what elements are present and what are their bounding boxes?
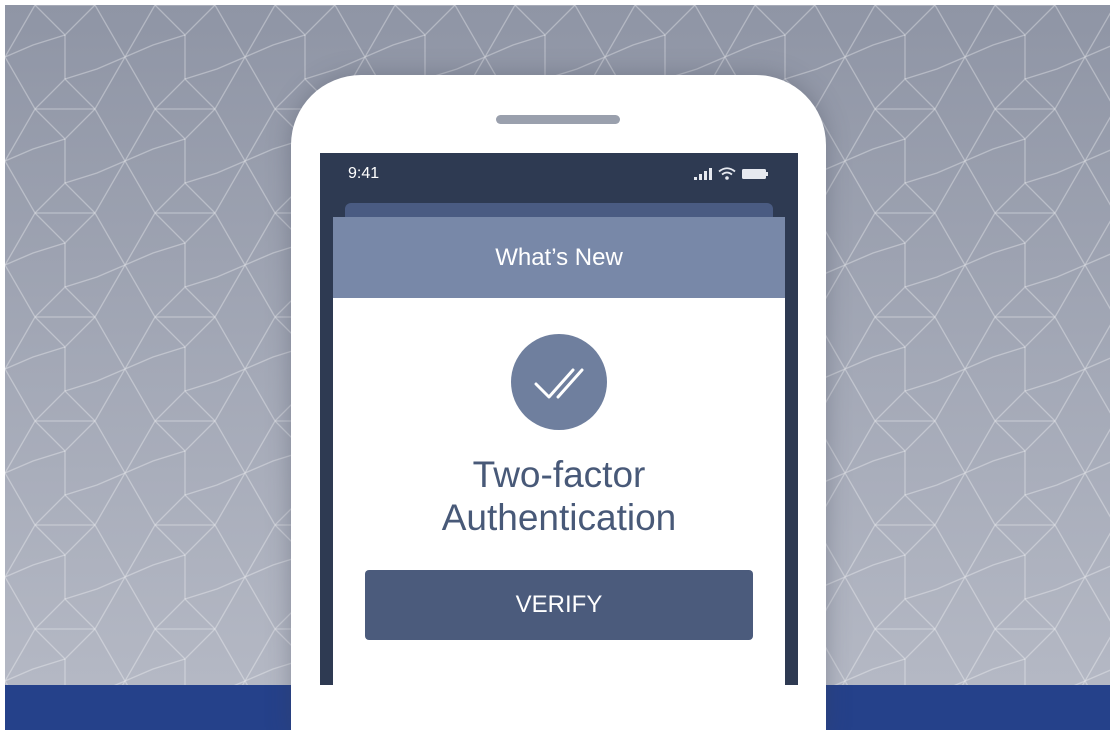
feature-title-line-1: Two-factor xyxy=(472,454,646,495)
status-icons xyxy=(694,167,768,180)
signal-icon xyxy=(694,167,712,180)
dialog-header: What’s New xyxy=(333,217,785,298)
wifi-icon xyxy=(718,167,736,180)
dialog-title: What’s New xyxy=(495,243,623,271)
phone-screen: 9:41 What’s New Two-factor Authenticatio… xyxy=(320,153,798,685)
illustration-frame: 9:41 What’s New Two-factor Authenticatio… xyxy=(5,5,1110,730)
verify-button[interactable]: VERIFY xyxy=(365,570,753,640)
status-time: 9:41 xyxy=(348,165,380,182)
battery-icon xyxy=(742,168,768,179)
feature-title-line-2: Authentication xyxy=(441,497,677,538)
phone-mockup: 9:41 What’s New Two-factor Authenticatio… xyxy=(291,75,826,730)
phone-speaker xyxy=(496,115,620,124)
feature-title: Two-factor Authentication xyxy=(333,453,785,539)
double-check-icon xyxy=(511,334,607,430)
whats-new-dialog: What’s New Two-factor Authentication VER… xyxy=(333,217,785,685)
